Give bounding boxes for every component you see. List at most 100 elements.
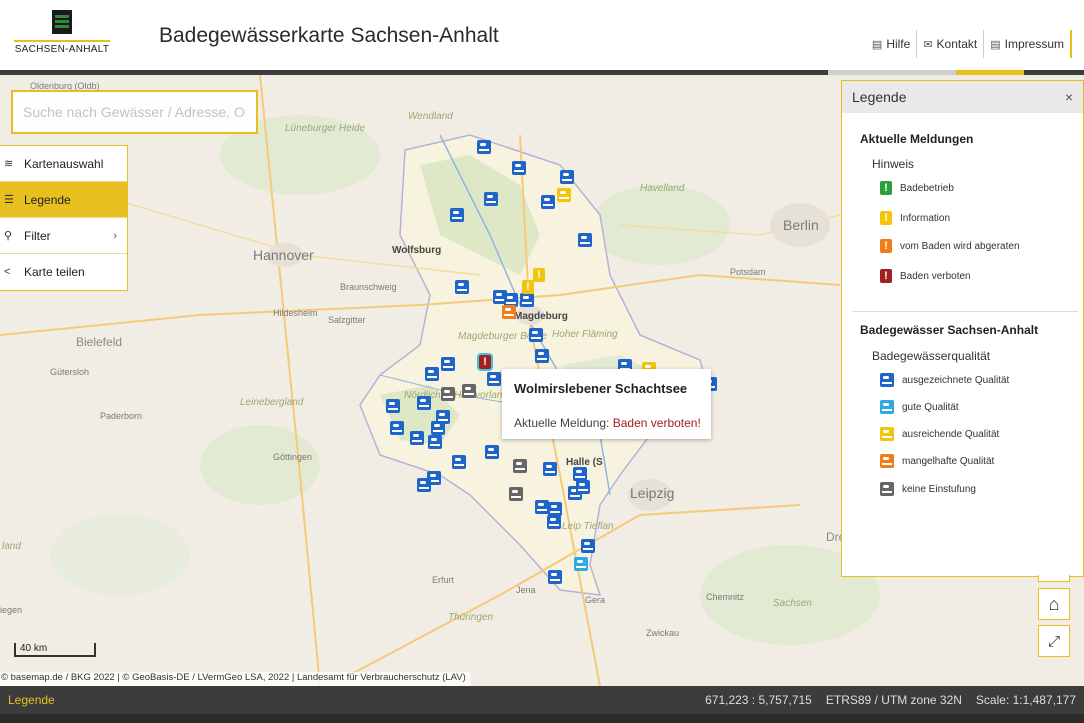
close-icon[interactable]: ×	[1065, 89, 1073, 105]
menu-item-label: Kartenauswahl	[24, 156, 104, 171]
menu-item-legende[interactable]: ☰ Legende	[0, 182, 127, 218]
legend-row: gute Qualität	[880, 400, 959, 414]
notice-marker-information[interactable]: !	[533, 268, 545, 282]
bathing-water-marker[interactable]	[547, 515, 561, 529]
bathing-water-marker[interactable]	[417, 396, 431, 410]
bathing-water-marker[interactable]	[529, 328, 543, 342]
legend-section-title: Badegewässer Sachsen-Anhalt	[860, 323, 1039, 337]
bathing-water-marker[interactable]	[425, 367, 439, 381]
bathing-water-marker[interactable]	[487, 372, 501, 386]
header: SACHSEN-ANHALT Badegewässerkarte Sachsen…	[0, 0, 1084, 72]
bathing-water-marker[interactable]	[581, 539, 595, 553]
bathing-water-marker[interactable]	[410, 431, 424, 445]
map-label-thueringen: Thüringen	[448, 612, 494, 623]
layers-icon: ≋	[4, 158, 14, 170]
legend-row: ! vom Baden wird abgeraten	[880, 239, 1020, 253]
bathing-water-marker[interactable]	[462, 384, 476, 398]
bathing-water-marker[interactable]	[541, 195, 555, 209]
menu-item-kartenauswahl[interactable]: ≋ Kartenauswahl	[0, 146, 127, 182]
map-label-braunschweig: Braunschweig	[340, 282, 397, 292]
contact-link-label: Kontakt	[936, 37, 978, 51]
bathing-water-marker[interactable]	[573, 467, 587, 481]
bathing-water-marker[interactable]	[390, 421, 404, 435]
bathing-water-marker[interactable]	[502, 305, 516, 319]
bathing-water-marker[interactable]	[560, 170, 574, 184]
map-label-potsdam: Potsdam	[730, 267, 766, 277]
map-label-hildesheim: Hildesheim	[273, 308, 318, 318]
bathing-water-marker[interactable]	[431, 421, 445, 435]
list-icon: ☰	[4, 194, 14, 206]
bathing-water-marker[interactable]	[576, 480, 590, 494]
bathing-water-marker[interactable]	[557, 188, 571, 202]
legend-row-label: gute Qualität	[902, 401, 959, 413]
map-label-hannover: Hannover	[253, 247, 314, 263]
legend-row: ! Badebetrieb	[880, 181, 954, 195]
bathing-water-marker[interactable]	[535, 500, 549, 514]
fullscreen-button[interactable]: ⤢	[1038, 625, 1070, 657]
map-button-partial[interactable]	[1038, 575, 1070, 582]
bathing-water-marker[interactable]	[513, 459, 527, 473]
legend-row: ! Baden verboten	[880, 269, 971, 283]
legend-subtitle: Hinweis	[872, 157, 915, 171]
map-label-berlin: Berlin	[783, 217, 819, 233]
notice-information-icon: !	[880, 211, 892, 225]
menu-item-label: Filter	[24, 228, 51, 243]
legend-row-label: keine Einstufung	[902, 483, 976, 495]
legend-row-label: Baden verboten	[900, 270, 971, 282]
bathing-water-marker[interactable]	[386, 399, 400, 413]
home-button[interactable]: ⌂	[1038, 588, 1070, 620]
footer-bar: Legende 671,223 : 5,757,715 ETRS89 / UTM…	[0, 686, 1084, 714]
swimmer-good-icon	[880, 400, 894, 414]
bathing-water-marker[interactable]	[452, 455, 466, 469]
bathing-water-marker[interactable]	[484, 192, 498, 206]
map-label-wendland: Wendland	[408, 111, 453, 122]
bathing-water-marker[interactable]	[441, 357, 455, 371]
bathing-water-marker[interactable]	[574, 557, 588, 571]
footer-legend-link[interactable]: Legende	[8, 693, 55, 707]
header-links: ▤ Hilfe ✉ Kontakt ▤ Impressum	[866, 30, 1072, 58]
search-input[interactable]	[11, 90, 258, 134]
legend-row: keine Einstufung	[880, 482, 976, 496]
map-label-land: land	[2, 541, 21, 552]
bathing-water-marker[interactable]	[441, 387, 455, 401]
bathing-water-marker[interactable]	[548, 570, 562, 584]
map-label-hoher-flaeming: Hoher Fläming	[552, 329, 618, 340]
map-label-leip-tieflan: Leip Tieflan	[562, 521, 614, 532]
bathing-water-marker[interactable]	[543, 462, 557, 476]
map-label-jena: Jena	[516, 585, 536, 595]
imprint-link[interactable]: ▤ Impressum	[984, 30, 1072, 58]
bathing-water-marker[interactable]	[509, 487, 523, 501]
map-label-salzgitter: Salzgitter	[328, 315, 366, 325]
contact-link[interactable]: ✉ Kontakt	[917, 30, 985, 58]
map-label-goettingen: Göttingen	[273, 452, 313, 462]
map-label-magdeburg: Magdeburg	[514, 311, 568, 322]
home-icon: ⌂	[1048, 593, 1060, 614]
document-icon: ▤	[871, 38, 883, 51]
map-popup[interactable]: Wolmirslebener Schachtsee Aktuelle Meldu…	[502, 369, 711, 439]
bathing-water-marker[interactable]	[535, 349, 549, 363]
notice-marker-information[interactable]: !	[522, 280, 534, 294]
bathing-water-marker[interactable]	[477, 140, 491, 154]
map-label-lueneburger-heide: Lüneburger Heide	[285, 123, 366, 134]
menu-item-karte-teilen[interactable]: < Karte teilen	[0, 254, 127, 290]
legend-row-label: mangelhafte Qualität	[902, 455, 995, 467]
map-label-bielefeld: Bielefeld	[76, 335, 123, 349]
footer-strip	[0, 714, 1084, 723]
map-label-wolfsburg: Wolfsburg	[392, 245, 442, 256]
notice-marker-baden-verboten[interactable]: !	[477, 353, 493, 371]
bathing-water-marker[interactable]	[428, 435, 442, 449]
bathing-water-marker[interactable]	[417, 478, 431, 492]
legend-row: ausreichende Qualität	[880, 427, 999, 441]
bathing-water-marker[interactable]	[485, 445, 499, 459]
menu-item-filter[interactable]: ⚲ Filter ›	[0, 218, 127, 254]
sachsen-anhalt-logo[interactable]: SACHSEN-ANHALT	[14, 10, 110, 56]
coat-of-arms-icon	[52, 10, 72, 34]
help-link[interactable]: ▤ Hilfe	[866, 30, 918, 58]
bathing-water-marker[interactable]	[455, 280, 469, 294]
bathing-water-marker[interactable]	[578, 233, 592, 247]
bathing-water-marker[interactable]	[450, 208, 464, 222]
bathing-water-marker[interactable]	[548, 502, 562, 516]
bathing-water-marker[interactable]	[520, 293, 534, 307]
map-attribution: © basemap.de / BKG 2022 | © GeoBasis-DE …	[0, 672, 470, 686]
bathing-water-marker[interactable]	[512, 161, 526, 175]
